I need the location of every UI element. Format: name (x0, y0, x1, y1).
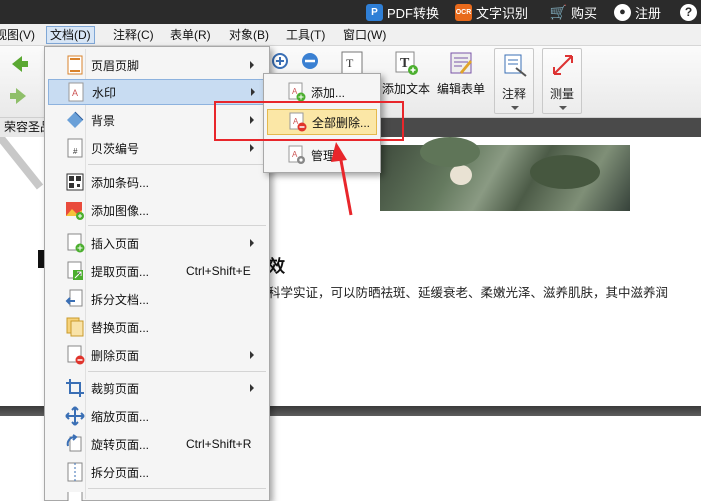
photo-leaf (420, 137, 480, 167)
document-heading: 效 (268, 257, 285, 277)
register-label: 注册 (635, 5, 662, 21)
annotate-tool[interactable]: 注释 (494, 48, 534, 114)
menu-item-split-document[interactable]: 拆分文档... (48, 286, 266, 312)
svg-text:A: A (292, 87, 298, 96)
edit-form-icon (450, 52, 472, 74)
menu-item-header-footer[interactable]: 页眉页脚 (48, 52, 266, 78)
page-photo (380, 137, 630, 211)
menu-item-partial[interactable] (48, 492, 266, 501)
menu-separator (88, 371, 266, 372)
submenu-arrow-icon (251, 88, 255, 96)
help-button[interactable]: ? (680, 3, 701, 21)
background-icon (67, 111, 84, 128)
menu-item-insert-page[interactable]: 插入页面 (48, 230, 266, 256)
svg-text:A: A (72, 88, 78, 98)
buy-button[interactable]: 🛒 购买 (550, 3, 597, 21)
split-pages-icon (67, 462, 83, 482)
barcode-icon (66, 173, 84, 191)
submenu-arrow-icon (250, 144, 254, 152)
photo-flower (450, 165, 472, 185)
delete-pages-icon (67, 345, 85, 365)
cart-icon: 🛒 (549, 3, 568, 20)
header-footer-icon (67, 55, 83, 75)
measure-icon (553, 55, 573, 75)
menu-item-split-pages[interactable]: 拆分页面... (48, 459, 266, 485)
menu-separator (88, 164, 266, 165)
extract-pages-icon (67, 261, 83, 280)
add-text-tool[interactable]: T 添加文本 (382, 50, 430, 97)
menu-item-add-barcode[interactable]: 添加条码... (48, 169, 266, 195)
title-bar: P PDF转换 OCR 文字识别 🛒 购买 ● 注册 ? (0, 0, 701, 24)
edit-form-tool[interactable]: 编辑表单 (437, 50, 485, 97)
split-document-icon (65, 289, 83, 307)
watermark-add-icon: A (288, 82, 306, 102)
menu-item-add-image[interactable]: 添加图像... (48, 197, 266, 223)
menu-window[interactable]: 窗口(W) (340, 26, 389, 44)
buy-label: 购买 (571, 5, 598, 21)
pdf-convert-label: PDF转换 (387, 5, 440, 21)
ocr-button[interactable]: OCR 文字识别 (455, 3, 528, 21)
annotate-dropdown-icon (511, 106, 519, 110)
watermark-manage-icon: A (288, 145, 305, 164)
insert-page-icon (67, 233, 85, 253)
menu-bar: 视图(V) 文档(D) 注释(C) 表单(R) 对象(B) 工具(T) 窗口(W… (0, 24, 701, 46)
menu-item-replace-pages[interactable]: 替换页面... (48, 314, 266, 340)
submenu-arrow-icon (250, 239, 254, 247)
menu-item-extract-pages[interactable]: 提取页面... Ctrl+Shift+E (48, 258, 266, 284)
pdf-convert-button[interactable]: P PDF转换 (366, 3, 439, 21)
add-text-icon: T (395, 51, 418, 75)
annotation-highlight-box (214, 101, 404, 141)
menu-form[interactable]: 表单(R) (167, 26, 214, 44)
zoom-icons[interactable] (272, 50, 322, 72)
menu-partial-icon (67, 492, 83, 501)
crop-pages-icon (66, 379, 84, 397)
submenu-arrow-icon (250, 384, 254, 392)
ocr-label: 文字识别 (476, 5, 529, 21)
ocr-icon: OCR (455, 3, 472, 21)
watermark-icon: A (68, 82, 84, 102)
measure-label: 测量 (550, 87, 575, 101)
menu-comment[interactable]: 注释(C) (110, 26, 157, 44)
menu-tools[interactable]: 工具(T) (283, 26, 328, 44)
rotate-pages-icon (66, 434, 82, 452)
annotate-label: 注释 (502, 87, 527, 101)
user-icon: ● (614, 3, 631, 21)
submenu-item-manage[interactable]: A 管理... (267, 142, 377, 168)
measure-tool[interactable]: 测量 (542, 48, 582, 114)
menu-item-scale-pages[interactable]: 缩放页面... (48, 403, 266, 429)
menu-item-delete-pages[interactable]: 删除页面 (48, 342, 266, 368)
photo-leaf-2 (530, 155, 600, 189)
measure-dropdown-icon (559, 106, 567, 110)
menu-object[interactable]: 对象(B) (226, 26, 272, 44)
document-body-text: 科学实证，可以防晒祛斑、延缓衰老、柔嫩光泽、滋养肌肤，其中滋养润 (268, 285, 669, 300)
menu-item-rotate-pages[interactable]: 旋转页面... Ctrl+Shift+R (48, 431, 266, 457)
svg-text:T: T (346, 56, 354, 70)
edit-form-label: 编辑表单 (437, 82, 486, 96)
add-text-label: 添加文本 (382, 82, 431, 96)
menu-separator (88, 225, 266, 226)
svg-text:#: # (73, 147, 78, 156)
menu-separator (88, 488, 266, 489)
submenu-arrow-icon (250, 61, 254, 69)
menu-view[interactable]: 视图(V) (0, 26, 38, 44)
scale-pages-icon (65, 406, 85, 426)
bates-numbering-icon: # (67, 138, 83, 158)
annotate-icon (504, 54, 527, 77)
submenu-arrow-icon (250, 351, 254, 359)
menu-item-crop-pages[interactable]: 裁剪页面 (48, 375, 266, 401)
help-icon: ? (680, 3, 697, 21)
nav-arrows-icon[interactable] (8, 54, 30, 114)
add-image-icon (66, 202, 84, 220)
pdf-convert-icon: P (366, 3, 383, 21)
register-button[interactable]: ● 注册 (614, 3, 661, 21)
replace-pages-icon (66, 317, 84, 337)
menu-document[interactable]: 文档(D) (46, 26, 95, 44)
svg-text:A: A (292, 150, 298, 159)
